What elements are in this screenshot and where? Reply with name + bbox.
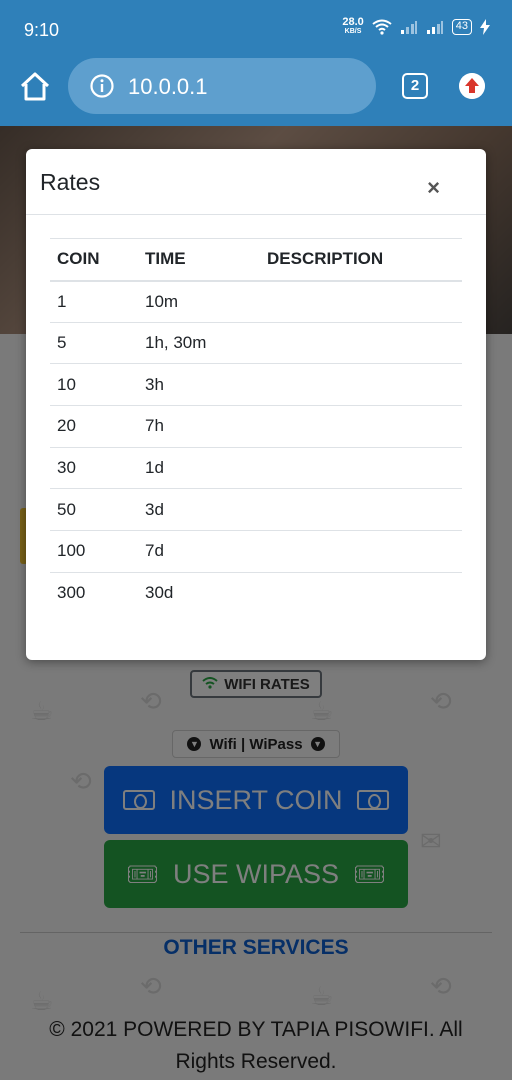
cell-signal-2-icon <box>426 21 443 34</box>
cell-coin: 20 <box>50 405 138 448</box>
cell-signal-icon <box>400 21 417 34</box>
home-icon[interactable] <box>18 70 52 104</box>
status-time: 9:10 <box>24 20 60 40</box>
cell-time: 1h, 30m <box>138 322 260 365</box>
cell-time: 3d <box>138 488 260 532</box>
table-row: 100 7d <box>50 530 462 573</box>
modal-title: Rates <box>40 169 101 195</box>
address-bar[interactable]: 10.0.0.1 <box>68 58 376 114</box>
cell-time: 30d <box>145 583 174 603</box>
table-row: 30 1d <box>50 447 462 490</box>
cell-time: 3h <box>138 363 260 407</box>
table-row: 300 30d <box>50 572 462 614</box>
cell-description <box>260 363 462 407</box>
cell-coin: 50 <box>50 488 138 532</box>
column-header-coin: COIN <box>50 238 138 282</box>
table-row: 50 3d <box>50 488 462 532</box>
column-header-time: TIME <box>138 238 260 282</box>
close-icon[interactable]: × <box>427 175 440 201</box>
cell-description <box>260 572 462 614</box>
rates-modal: Rates × COIN TIME DESCRIPTION 1 10m 5 1h, … <box>26 149 486 660</box>
table-row: 1 10m <box>50 280 462 323</box>
cell-coin: 300 <box>57 583 86 603</box>
cell-time: 10m <box>138 280 260 323</box>
table-row: 5 1h, 30m <box>50 322 462 365</box>
table-row: 10 3h <box>50 363 462 407</box>
status-bar: 9:10 28.0 KB/S 43 <box>0 0 512 56</box>
browser-toolbar: 10.0.0.1 2 <box>0 56 512 126</box>
url-text[interactable]: 10.0.0.1 <box>128 74 208 100</box>
table-header-row: COIN TIME DESCRIPTION <box>50 238 462 282</box>
cell-description <box>260 530 462 573</box>
cell-description <box>260 447 462 490</box>
battery-icon: 43 <box>451 19 472 35</box>
network-speed-unit: KB/S <box>344 28 362 35</box>
network-speed: 28.0 KB/S <box>342 17 363 36</box>
cell-time: 1d <box>138 447 260 490</box>
table-row: 20 7h <box>50 405 462 448</box>
modal-header-divider <box>26 214 486 215</box>
cell-description <box>260 280 462 323</box>
cell-description <box>260 405 462 448</box>
column-header-description: DESCRIPTION <box>260 238 462 282</box>
cell-description <box>260 488 462 532</box>
cell-description <box>260 322 462 365</box>
tab-switcher-button[interactable]: 2 <box>402 73 428 99</box>
cell-coin: 5 <box>50 322 138 365</box>
update-icon[interactable] <box>459 73 485 99</box>
rates-table: COIN TIME DESCRIPTION 1 10m 5 1h, 30m 10 3h… <box>50 238 462 614</box>
cell-coin: 100 <box>50 530 138 573</box>
cell-time: 7h <box>138 405 260 448</box>
cell-coin: 1 <box>50 280 138 323</box>
wifi-signal-icon <box>372 19 392 35</box>
charging-bolt-icon <box>480 19 490 35</box>
status-icons: 28.0 KB/S 43 <box>342 17 490 36</box>
cell-coin: 10 <box>50 363 138 407</box>
cell-time: 7d <box>138 530 260 573</box>
cell-coin: 30 <box>50 447 138 490</box>
info-icon[interactable] <box>90 74 114 98</box>
